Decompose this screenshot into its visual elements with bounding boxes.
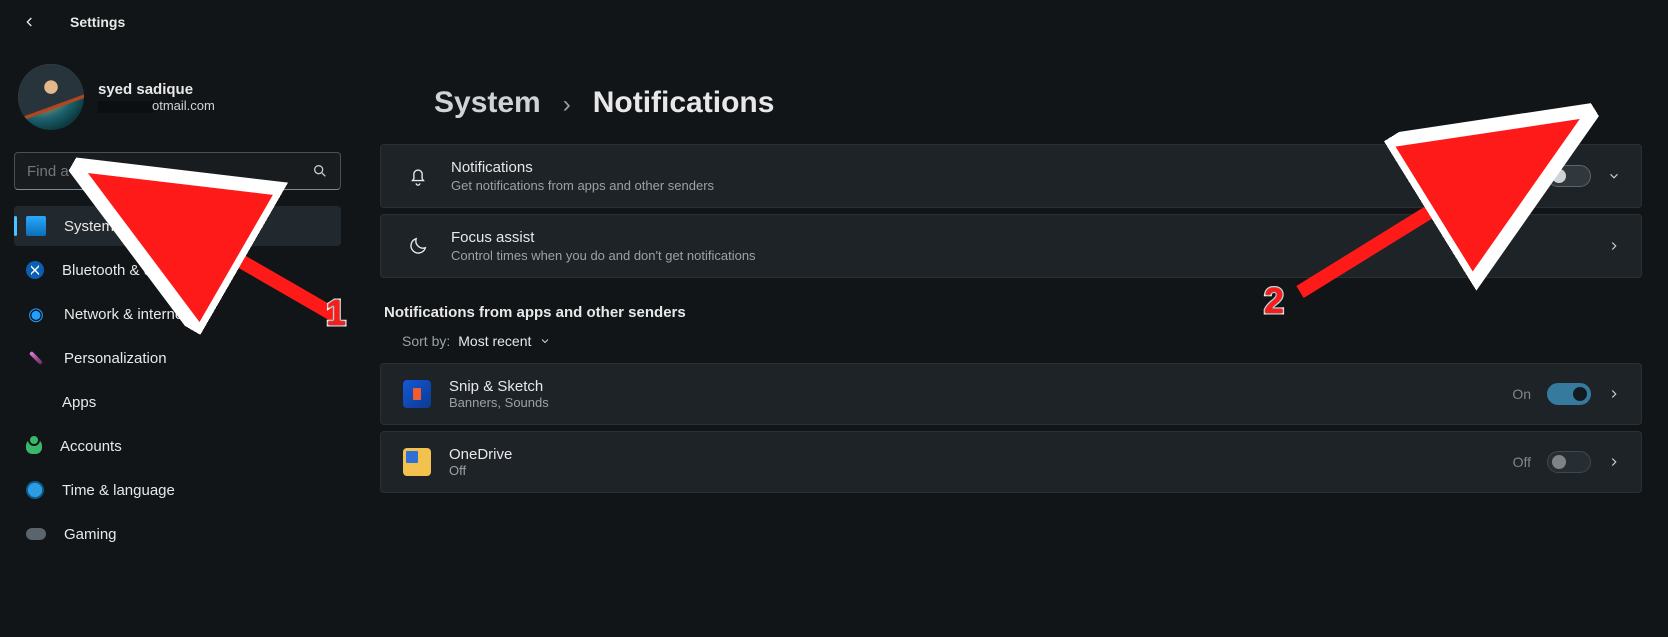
search-input[interactable] [27,163,287,180]
app-icon [403,448,431,476]
sidebar-item-label: Time & language [62,482,175,499]
back-button[interactable] [18,10,42,34]
app-name: Snip & Sketch [449,378,1512,395]
chevron-down-icon[interactable] [1607,169,1621,183]
sidebar-item-gaming[interactable]: Gaming [14,514,341,554]
chevron-right-icon[interactable] [1607,387,1621,401]
person-icon [26,438,42,454]
annotation-number-1: 1 [326,292,346,334]
sidebar-item-label: Bluetooth & devices [62,262,195,279]
breadcrumb: System › Notifications [380,86,1642,120]
toggle-state-label: Off [1513,454,1531,470]
sidebar-item-time[interactable]: Time & language [14,470,341,510]
card-title: Focus assist [451,229,1607,246]
breadcrumb-parent[interactable]: System [434,86,541,120]
app-title: Settings [70,14,125,30]
system-icon [26,216,46,236]
toggle-state-label: Off [1513,168,1531,184]
section-header: Notifications from apps and other sender… [384,304,1642,321]
card-title: Notifications [451,159,1513,176]
annotation-number-2: 2 [1264,280,1284,322]
arrow-left-icon [22,14,38,30]
card-focus-assist[interactable]: Focus assist Control times when you do a… [380,214,1642,278]
notifications-toggle[interactable] [1547,165,1591,187]
app-row-snip-sketch[interactable]: Snip & Sketch Banners, Sounds On [380,363,1642,425]
app-sub: Off [449,463,1513,478]
sidebar-item-network[interactable]: ◉ Network & internet [14,294,341,334]
toggle-state-label: On [1512,386,1531,402]
apps-icon [26,393,44,411]
chevron-right-icon: › [563,91,571,119]
sidebar-item-label: System [64,218,114,235]
app-icon [403,380,431,408]
sidebar-item-apps[interactable]: Apps [14,382,341,422]
gamepad-icon [26,528,46,540]
bluetooth-icon [26,261,44,279]
redacted-block [98,101,154,113]
sidebar-item-personalization[interactable]: Personalization [14,338,341,378]
sidebar-item-bluetooth[interactable]: Bluetooth & devices [14,250,341,290]
sidebar-item-label: Network & internet [64,306,187,323]
moon-icon [403,235,433,257]
breadcrumb-current: Notifications [593,86,775,120]
search-icon [312,163,328,179]
card-notifications[interactable]: Notifications Get notifications from app… [380,144,1642,208]
profile-email: otmail.com [98,98,215,113]
sidebar-item-label: Gaming [64,526,117,543]
chevron-right-icon[interactable] [1607,455,1621,469]
profile-block[interactable]: syed sadique otmail.com [14,56,341,152]
brush-icon [22,344,50,372]
app-sub: Banners, Sounds [449,395,1512,410]
sidebar-item-label: Accounts [60,438,122,455]
app-toggle [1547,451,1591,473]
chevron-right-icon[interactable] [1607,239,1621,253]
wifi-icon: ◉ [26,304,46,324]
sidebar-item-label: Personalization [64,350,167,367]
chevron-down-icon [539,335,551,347]
card-subtitle: Get notifications from apps and other se… [451,178,1513,193]
bell-icon [403,165,433,187]
sort-dropdown[interactable]: Most recent [458,333,551,349]
app-name: OneDrive [449,446,1513,463]
clock-icon [26,481,44,499]
sidebar-item-accounts[interactable]: Accounts [14,426,341,466]
app-toggle [1547,383,1591,405]
sidebar-item-label: Apps [62,394,96,411]
avatar [18,64,84,130]
sidebar-item-system[interactable]: System [14,206,341,246]
sort-label: Sort by: [402,333,450,349]
sort-row: Sort by: Most recent [402,333,1642,349]
profile-name: syed sadique [98,81,215,98]
card-subtitle: Control times when you do and don't get … [451,248,1607,263]
app-row-onedrive[interactable]: OneDrive Off Off [380,431,1642,493]
search-box[interactable] [14,152,341,190]
